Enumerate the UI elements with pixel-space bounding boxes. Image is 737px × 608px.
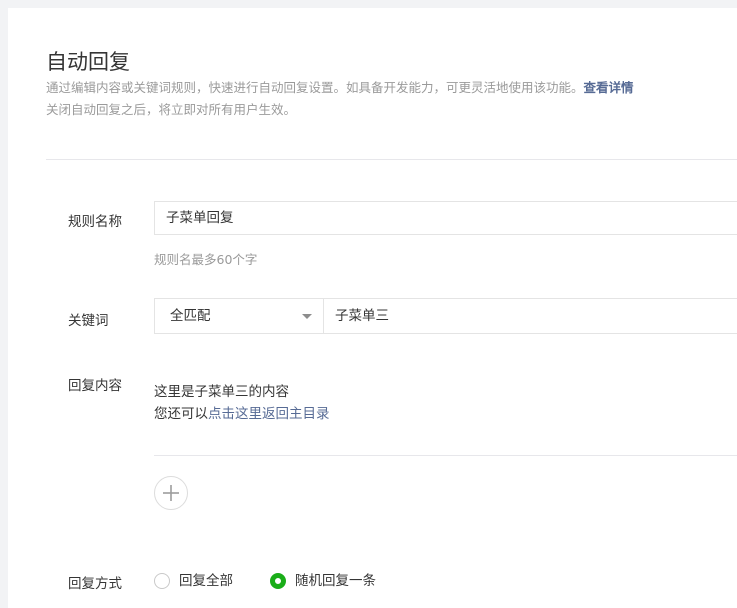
- radio-label: 回复全部: [179, 573, 233, 589]
- radio-circle: [154, 573, 170, 589]
- radio-label: 随机回复一条: [295, 573, 376, 589]
- return-main-menu-link[interactable]: 点击这里返回主目录: [208, 406, 330, 422]
- page-title: 自动回复: [46, 50, 130, 74]
- auto-reply-panel: 自动回复 通过编辑内容或关键词规则，快速进行自动回复设置。如具备开发能力，可更灵…: [8, 8, 737, 608]
- description-note: 关闭自动回复之后，将立即对所有用户生效。: [46, 102, 297, 117]
- radio-circle-checked: [270, 573, 286, 589]
- radio-random-one[interactable]: 随机回复一条: [270, 572, 390, 590]
- reply-mode-label: 回复方式: [68, 576, 122, 592]
- radio-reply-all[interactable]: 回复全部: [154, 572, 244, 590]
- reply-content-prefix: 您还可以: [154, 406, 208, 422]
- reply-content-text[interactable]: 这里是子菜单三的内容 您还可以点击这里返回主目录: [154, 381, 330, 425]
- keyword-label: 关键词: [68, 313, 109, 329]
- caret-down-icon: [302, 314, 312, 319]
- description-text: 通过编辑内容或关键词规则，快速进行自动回复设置。如具备开发能力，可更灵活地使用该…: [46, 80, 584, 95]
- header-divider: [46, 159, 737, 160]
- reply-content-line2: 您还可以点击这里返回主目录: [154, 403, 330, 425]
- match-mode-select[interactable]: 全匹配: [154, 298, 324, 334]
- reply-content-label: 回复内容: [68, 378, 122, 394]
- details-link[interactable]: 查看详情: [584, 80, 634, 95]
- add-reply-button[interactable]: [154, 476, 188, 510]
- rule-name-input[interactable]: 子菜单回复: [154, 201, 737, 235]
- keyword-input[interactable]: 子菜单三: [323, 298, 737, 334]
- reply-content-line1: 这里是子菜单三的内容: [154, 384, 289, 400]
- rule-name-label: 规则名称: [68, 214, 122, 230]
- rule-name-hint: 规则名最多60个字: [154, 252, 258, 267]
- page-description: 通过编辑内容或关键词规则，快速进行自动回复设置。如具备开发能力，可更灵活地使用该…: [46, 77, 634, 121]
- match-mode-value: 全匹配: [170, 308, 211, 324]
- reply-content-divider: [154, 455, 737, 456]
- plus-icon: [163, 485, 179, 501]
